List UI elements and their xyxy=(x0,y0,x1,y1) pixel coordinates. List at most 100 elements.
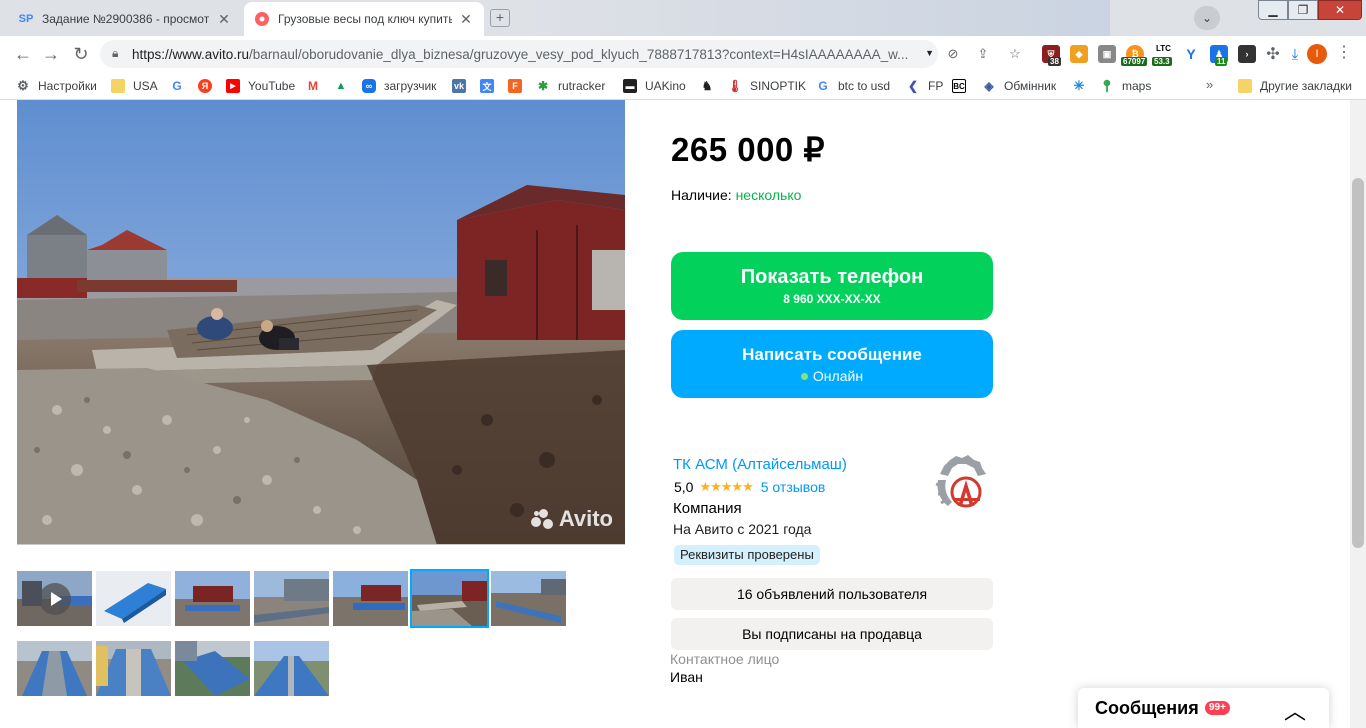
figure-icon: ♞ xyxy=(701,79,713,93)
maximize-button[interactable]: ❐ xyxy=(1288,0,1318,20)
url-text[interactable]: https://www.avito.ru/barnaul/oborudovani… xyxy=(132,47,922,62)
back-arrow-icon[interactable]: ← xyxy=(12,44,34,64)
new-tab-button[interactable]: + xyxy=(490,9,510,27)
btc-price-badge: 67097 xyxy=(1121,57,1148,66)
bookmark-drive[interactable]: ▲ xyxy=(334,78,356,94)
subscribed-button[interactable]: Вы подписаны на продавца xyxy=(671,618,993,650)
contact-label: Контактное лицо xyxy=(670,651,780,667)
reviews-link[interactable]: 5 отзывов xyxy=(761,479,826,495)
bookmark-figure[interactable]: ♞ xyxy=(700,78,722,94)
thumbnail-selected[interactable] xyxy=(410,569,489,628)
seller-listings-button[interactable]: 16 объявлений пользователя xyxy=(671,578,993,610)
gmail-icon: M xyxy=(308,79,318,93)
tab-title: Грузовые весы под ключ купить в xyxy=(278,12,452,26)
bookmark-exchange[interactable]: ◈ Обмінник xyxy=(982,78,1056,94)
thumbnail[interactable] xyxy=(254,571,329,626)
extension-fox-icon[interactable]: ◆ xyxy=(1070,45,1088,63)
bookmark-sinoptik[interactable]: 🌡︎ SINOPTIK xyxy=(727,78,806,94)
thumbnail[interactable] xyxy=(96,641,171,696)
bookmark-rutracker[interactable]: ✱ rutracker xyxy=(536,78,605,94)
dropdown-caret-icon[interactable]: ▼ xyxy=(925,48,934,58)
thumbnail[interactable] xyxy=(175,571,250,626)
window-close-button[interactable]: ✕ xyxy=(1318,0,1362,20)
translate-icon: 文 xyxy=(480,79,494,93)
bookmark-btc-usd[interactable]: Gbtc to usd xyxy=(816,78,890,94)
reload-icon[interactable]: ↻ xyxy=(70,44,92,64)
extension-case-icon[interactable]: ▣ xyxy=(1098,45,1116,63)
main-photo[interactable]: Avito xyxy=(17,100,625,545)
thumbnail[interactable] xyxy=(175,641,250,696)
minimize-button[interactable]: ▁ xyxy=(1258,0,1288,20)
thumbnail[interactable] xyxy=(333,571,408,626)
bookmark-loader[interactable]: ∞ загрузчик xyxy=(362,78,436,94)
bookmark-vk[interactable]: vk xyxy=(452,78,474,94)
seller-logo[interactable] xyxy=(928,450,992,514)
bookmark-google[interactable]: G xyxy=(170,78,192,94)
chevron-up-icon[interactable]: ︿ xyxy=(1284,694,1306,726)
verified-badge: Реквизиты проверены xyxy=(674,545,820,565)
tab-search-chevron-icon[interactable]: ⌄ xyxy=(1194,6,1220,30)
close-icon[interactable]: ✕ xyxy=(458,11,474,28)
tab-avito[interactable]: Грузовые весы под ключ купить в ✕ xyxy=(244,2,484,36)
thumbnail[interactable] xyxy=(491,571,566,626)
blocked-popup-icon[interactable]: ⊘ xyxy=(944,45,962,63)
extension-badge: 38 xyxy=(1048,57,1061,66)
google-icon: G xyxy=(172,79,182,93)
thumbnail-gallery xyxy=(17,569,637,701)
bookmark-snowflake[interactable]: ✳ xyxy=(1072,78,1094,94)
show-phone-label: Показать телефон xyxy=(740,266,924,288)
write-message-button[interactable]: Написать сообщение Онлайн xyxy=(671,330,993,398)
rating-value: 5,0 xyxy=(674,479,694,495)
sp-favicon-icon: SP xyxy=(18,13,34,25)
bookmark-youtube[interactable]: ▶ YouTube xyxy=(226,78,295,94)
availability-label: Наличие: xyxy=(671,187,732,203)
profile-avatar[interactable]: I xyxy=(1307,44,1327,64)
bookmark-uakino[interactable]: ▬ UAKino xyxy=(623,78,686,94)
play-icon xyxy=(39,583,71,615)
messenger-widget[interactable]: Сообщения 99+ ︿ xyxy=(1078,688,1329,728)
thumbnail[interactable] xyxy=(254,641,329,696)
write-message-label: Написать сообщение xyxy=(742,345,922,364)
bookmark-translate[interactable]: 文 xyxy=(480,78,502,94)
extensions-puzzle-icon[interactable]: ✣ xyxy=(1264,45,1282,63)
seller-type: Компания xyxy=(673,500,742,517)
bookmark-gmail[interactable]: M xyxy=(306,78,328,94)
bookmark-settings[interactable]: ⚙ Настройки xyxy=(16,78,97,94)
yandex-icon: Я xyxy=(198,79,212,93)
thumbnail[interactable] xyxy=(17,641,92,696)
seller-name-link[interactable]: ТК АСМ (Алтайсельмаш) xyxy=(673,456,847,473)
online-status: Онлайн xyxy=(671,368,993,384)
bookmark-yandex[interactable]: Я xyxy=(198,78,220,94)
download-icon[interactable]: ⤓ xyxy=(1286,45,1304,63)
other-bookmarks[interactable]: Другие закладки xyxy=(1238,78,1352,94)
f-icon: F xyxy=(508,79,522,93)
forward-arrow-icon[interactable]: → xyxy=(40,44,62,64)
thumbnail-video[interactable] xyxy=(17,571,92,626)
youtube-icon: ▶ xyxy=(226,79,240,93)
bookmark-maps[interactable]: 📍︎ maps xyxy=(1099,78,1151,94)
price: 265 000 ₽ xyxy=(671,131,825,168)
bookmark-usa[interactable]: USA xyxy=(111,78,158,94)
masked-phone: 8 960 XXX-XX-XX xyxy=(783,292,881,306)
more-menu-icon[interactable]: ⋮ xyxy=(1336,45,1352,63)
extension-terminal-icon[interactable]: › xyxy=(1238,45,1256,63)
share-icon[interactable]: ⇪ xyxy=(974,45,992,63)
bookmark-fp[interactable]: ❮ FP xyxy=(906,78,943,94)
gear-icon: ⚙ xyxy=(17,78,29,93)
close-icon[interactable]: ✕ xyxy=(216,11,232,28)
avito-favicon-icon xyxy=(254,11,270,27)
scrollbar-thumb[interactable] xyxy=(1352,178,1364,548)
thumbnail[interactable] xyxy=(96,571,171,626)
extension-y-icon[interactable]: Y xyxy=(1182,45,1200,63)
tab-task[interactable]: SP Задание №2900386 - просмотр з ✕ xyxy=(8,2,242,36)
address-bar[interactable]: 🔒︎ https://www.avito.ru/barnaul/oborudov… xyxy=(100,40,938,68)
show-phone-button[interactable]: Показать телефон 8 960 XXX-XX-XX xyxy=(671,252,993,320)
more-bookmarks-chevron-icon[interactable]: » xyxy=(1206,77,1213,92)
availability-value: несколько xyxy=(735,187,802,203)
messenger-title: Сообщения xyxy=(1095,698,1199,718)
loader-icon: ∞ xyxy=(362,79,376,93)
bookmark-bc[interactable]: BC xyxy=(952,78,974,94)
bookmark-f[interactable]: F xyxy=(508,78,530,94)
folder-icon xyxy=(111,79,125,93)
star-bookmark-icon[interactable]: ☆ xyxy=(1006,45,1024,63)
